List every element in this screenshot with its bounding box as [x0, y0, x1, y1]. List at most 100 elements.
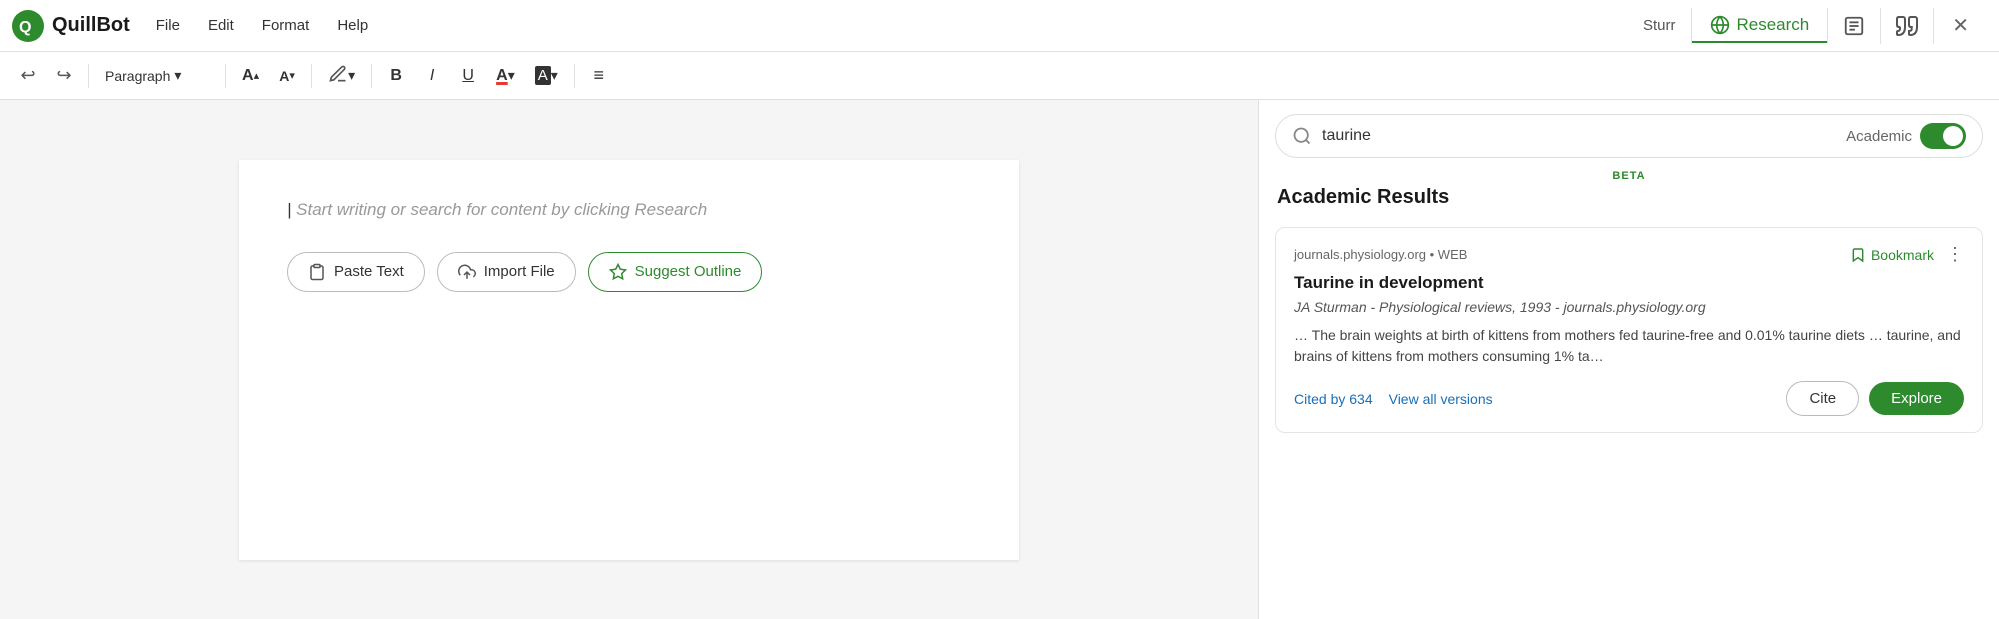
right-panel: Academic BETA Academic Results journals.… — [1259, 100, 1999, 619]
close-panel-button[interactable]: ✕ — [1934, 0, 1987, 52]
suggest-outline-button[interactable]: Suggest Outline — [588, 252, 763, 292]
bold-button[interactable]: B — [380, 60, 412, 92]
tab-research-label: Research — [1736, 15, 1809, 35]
spellcheck-icon — [328, 64, 348, 87]
cite-button[interactable]: Cite — [1786, 381, 1859, 416]
paragraph-style-dropdown[interactable]: Paragraph ▾ — [97, 60, 217, 92]
cited-by-link[interactable]: Cited by 634 — [1294, 391, 1373, 407]
logo-text: QuillBot — [52, 14, 130, 37]
editor-action-buttons: Paste Text Import File Suggest Outline — [287, 252, 971, 292]
source-actions: Bookmark ⋮ — [1850, 244, 1964, 265]
right-panel-tabs: Sturr Research — [1627, 0, 1987, 52]
view-versions-link[interactable]: View all versions — [1389, 391, 1493, 407]
underline-button[interactable]: U — [452, 60, 484, 92]
globe-icon — [1710, 15, 1730, 35]
quillbot-logo-icon: Q — [12, 10, 44, 42]
main-content: | Start writing or search for content by… — [0, 100, 1999, 619]
upload-icon — [458, 263, 476, 281]
toolbar-separator-1 — [88, 64, 89, 88]
menu-item-format[interactable]: Format — [260, 13, 312, 38]
notes-icon — [1843, 15, 1865, 37]
bookmark-button[interactable]: Bookmark — [1850, 247, 1934, 263]
font-size-decrease-icon: A — [279, 68, 289, 84]
italic-icon: I — [430, 67, 434, 85]
font-color-icon: A — [496, 67, 508, 85]
redo-icon: ↪ — [56, 65, 71, 86]
editor-document[interactable]: | Start writing or search for content by… — [239, 160, 1019, 560]
italic-button[interactable]: I — [416, 60, 448, 92]
result-card: journals.physiology.org • WEB Bookmark ⋮ — [1275, 227, 1983, 433]
result-source-row: journals.physiology.org • WEB Bookmark ⋮ — [1294, 244, 1964, 265]
toolbar-separator-4 — [371, 64, 372, 88]
toolbar-separator-3 — [311, 64, 312, 88]
highlight-color-button[interactable]: A ▾ — [527, 60, 566, 92]
result-actions: Cite Explore — [1786, 381, 1964, 416]
more-icon: ⋮ — [1946, 244, 1964, 264]
menu-bar: Q QuillBot File Edit Format Help Sturr R… — [0, 0, 1999, 52]
bookmark-icon — [1850, 247, 1866, 263]
toggle-knob — [1943, 126, 1963, 146]
menu-item-file[interactable]: File — [154, 13, 182, 38]
align-icon: ≡ — [594, 65, 605, 86]
underline-icon: U — [462, 67, 474, 85]
result-authors: JA Sturman - Physiological reviews, 1993… — [1294, 299, 1964, 315]
highlight-color-icon: A — [535, 66, 551, 85]
academic-toggle-label: Academic — [1846, 128, 1912, 145]
source-domain: journals.physiology.org — [1294, 247, 1426, 262]
sparkle-icon — [609, 263, 627, 281]
spellcheck-chevron: ▾ — [348, 67, 355, 84]
search-bar: Academic — [1275, 114, 1983, 158]
result-title: Taurine in development — [1294, 273, 1964, 293]
font-color-button[interactable]: A ▾ — [488, 60, 523, 92]
tab-user-name: Sturr — [1627, 17, 1692, 34]
result-snippet: … The brain weights at birth of kittens … — [1294, 325, 1964, 367]
menu-item-edit[interactable]: Edit — [206, 13, 236, 38]
result-meta: Cited by 634 View all versions — [1294, 391, 1493, 407]
tab-quote-button[interactable] — [1881, 0, 1933, 52]
spellcheck-button[interactable]: ▾ — [320, 60, 363, 92]
undo-button[interactable]: ↩ — [12, 60, 44, 92]
menu-items: File Edit Format Help — [154, 13, 370, 38]
menu-item-help[interactable]: Help — [335, 13, 370, 38]
import-file-button[interactable]: Import File — [437, 252, 576, 292]
paste-text-button[interactable]: Paste Text — [287, 252, 425, 292]
font-size-decrease-button[interactable]: A ▾ — [271, 60, 303, 92]
toolbar-separator-2 — [225, 64, 226, 88]
logo-area: Q QuillBot — [12, 10, 130, 42]
font-color-chevron: ▾ — [508, 67, 515, 84]
beta-badge: BETA — [1277, 170, 1981, 182]
suggest-outline-label: Suggest Outline — [635, 263, 742, 280]
font-size-increase-button[interactable]: A ▴ — [234, 60, 267, 92]
svg-text:Q: Q — [19, 19, 31, 36]
cursor: | — [287, 200, 291, 219]
tab-research[interactable]: Research — [1692, 9, 1827, 43]
search-input[interactable] — [1322, 127, 1836, 145]
results-title: Academic Results — [1259, 186, 1999, 219]
source-type: WEB — [1438, 247, 1468, 262]
results-header: BETA — [1259, 166, 1999, 186]
explore-button[interactable]: Explore — [1869, 382, 1964, 415]
academic-toggle-area: Academic — [1846, 123, 1966, 149]
editor-area: | Start writing or search for content by… — [0, 100, 1259, 619]
more-options-button[interactable]: ⋮ — [1946, 244, 1964, 265]
bold-icon: B — [390, 67, 402, 85]
academic-toggle-switch[interactable] — [1920, 123, 1966, 149]
import-file-label: Import File — [484, 263, 555, 280]
quote-icon — [1895, 14, 1919, 38]
source-dot: • — [1430, 247, 1438, 262]
redo-button[interactable]: ↪ — [48, 60, 80, 92]
paragraph-label: Paragraph — [105, 68, 170, 84]
result-footer: Cited by 634 View all versions Cite Expl… — [1294, 381, 1964, 416]
highlight-chevron: ▾ — [551, 67, 558, 84]
bookmark-label: Bookmark — [1871, 247, 1934, 263]
toolbar-separator-5 — [574, 64, 575, 88]
format-toolbar: ↩ ↪ Paragraph ▾ A ▴ A ▾ ▾ B I U A ▾ — [0, 52, 1999, 100]
clipboard-icon — [308, 263, 326, 281]
text-align-button[interactable]: ≡ — [583, 60, 615, 92]
source-info: journals.physiology.org • WEB — [1294, 247, 1467, 262]
font-size-increase-icon: A — [242, 67, 254, 85]
undo-icon: ↩ — [20, 65, 35, 86]
tab-notes-button[interactable] — [1828, 0, 1880, 52]
paste-text-label: Paste Text — [334, 263, 404, 280]
editor-placeholder: | Start writing or search for content by… — [287, 200, 971, 220]
